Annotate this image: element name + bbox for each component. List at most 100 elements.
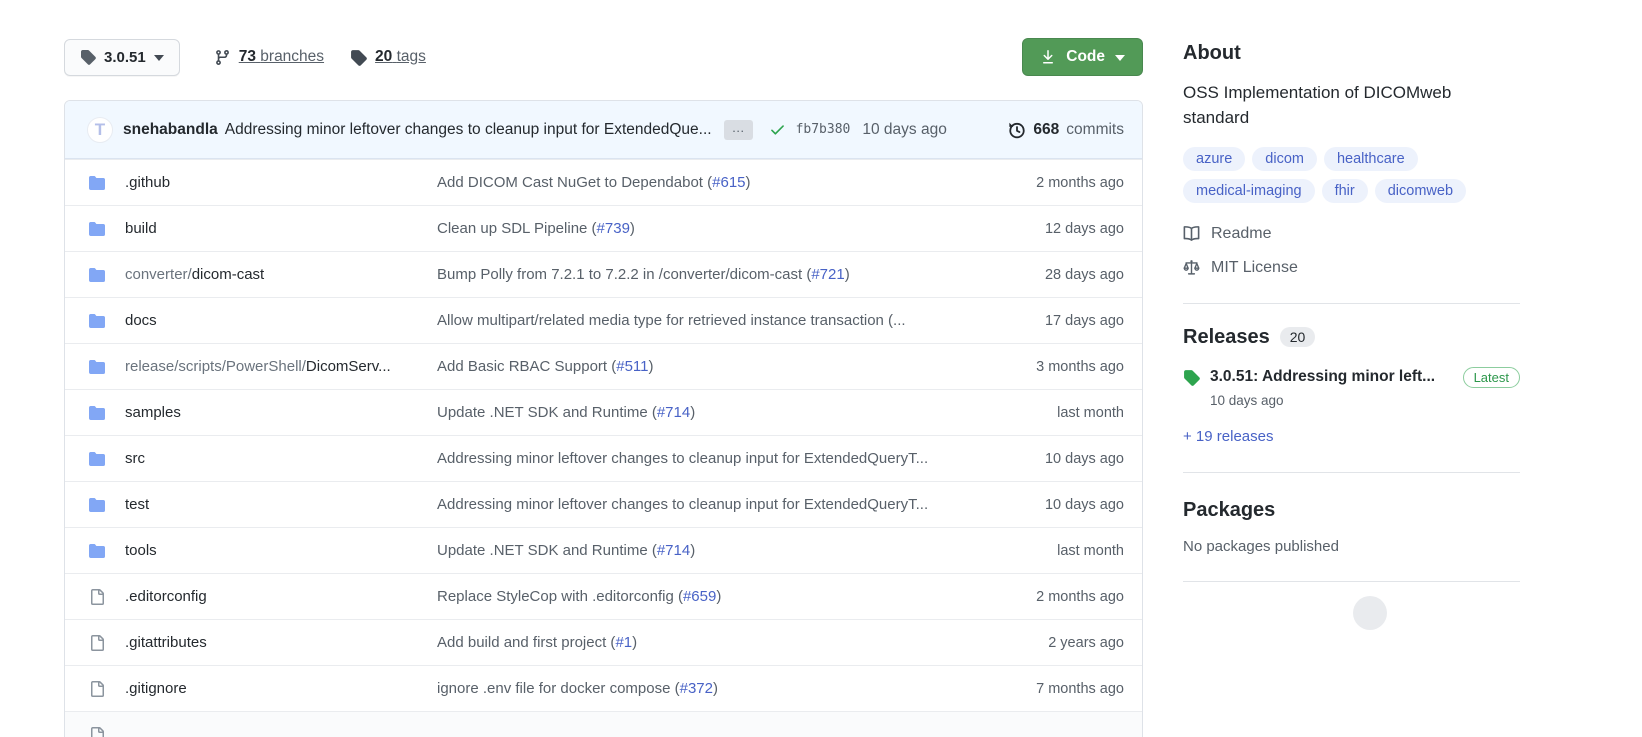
sidebar-divider <box>1183 580 1520 582</box>
file-name-link[interactable]: build <box>125 220 437 237</box>
row-commit-message-link[interactable]: Add build and first project (#1) <box>437 634 974 651</box>
topic-pill[interactable]: medical-imaging <box>1183 178 1315 203</box>
download-icon <box>1040 49 1056 65</box>
commit-date: 28 days ago <box>1044 266 1124 283</box>
avatar[interactable]: T <box>87 116 113 143</box>
commit-date: 10 days ago <box>1044 496 1124 513</box>
row-commit-message-link[interactable]: Bump Polly from 7.2.1 to 7.2.2 in /conve… <box>437 266 974 283</box>
file-name-link[interactable]: tools <box>125 542 437 559</box>
folder-icon <box>89 267 105 283</box>
topic-pill[interactable]: fhir <box>1321 178 1368 203</box>
commit-author-link[interactable]: snehabandla <box>123 121 218 139</box>
file-name-link[interactable]: .editorconfig <box>125 588 437 605</box>
table-row: build Clean up SDL Pipeline (#739) 12 da… <box>65 205 1142 251</box>
folder-icon <box>89 175 105 191</box>
table-row: .gitignore ignore .env file for docker c… <box>65 665 1142 711</box>
folder-icon <box>89 359 105 375</box>
topic-pill[interactable]: healthcare <box>1323 146 1418 171</box>
row-commit-message-link[interactable]: Allow multipart/related media type for r… <box>437 312 974 329</box>
folder-icon <box>89 313 105 329</box>
file-icon <box>89 589 105 605</box>
commit-ellipsis-button[interactable]: … <box>723 119 753 140</box>
row-commit-message-link[interactable]: ignore .env file for docker compose (#37… <box>437 680 974 697</box>
release-time: 10 days ago <box>1210 392 1284 408</box>
book-icon <box>1183 225 1200 242</box>
readme-link[interactable]: Readme <box>1183 225 1520 243</box>
file-icon <box>89 727 105 737</box>
commit-hash-link[interactable]: fb7b380 <box>796 122 851 137</box>
code-button[interactable]: Code <box>1022 38 1143 76</box>
folder-icon <box>89 221 105 237</box>
code-button-label: Code <box>1066 48 1105 65</box>
file-table: T snehabandla Addressing minor leftover … <box>64 100 1143 737</box>
table-row: test Addressing minor leftover changes t… <box>65 481 1142 527</box>
row-commit-message-link[interactable]: Clean up SDL Pipeline (#739) <box>437 220 974 237</box>
commit-date: 17 days ago <box>1044 312 1124 329</box>
file-name-link[interactable]: release/scripts/PowerShell/DicomServ... <box>125 358 437 375</box>
topic-pill[interactable]: dicom <box>1252 146 1317 171</box>
latest-badge[interactable]: Latest <box>1462 366 1520 388</box>
topic-pill[interactable]: dicomweb <box>1374 178 1467 203</box>
repo-description: OSS Implementation of DICOMweb standard <box>1183 83 1452 127</box>
branch-tag-selector[interactable]: 3.0.51 <box>64 38 180 76</box>
commits-history-link[interactable]: 668 commits <box>1008 121 1124 139</box>
history-clock-icon <box>1008 121 1026 139</box>
repo-page: 3.0.51 73 branches 20 tags Code T snehab… <box>0 0 1642 737</box>
table-row: docs Allow multipart/related media type … <box>65 297 1142 343</box>
table-row: tools Update .NET SDK and Runtime (#714)… <box>65 527 1142 573</box>
selected-tag-label: 3.0.51 <box>104 48 146 66</box>
tag-icon <box>350 49 367 66</box>
file-name-link[interactable]: docs <box>125 312 437 329</box>
releases-heading-link[interactable]: Releases <box>1183 326 1270 349</box>
commit-date: 2 months ago <box>1036 174 1124 191</box>
chevron-down-icon <box>153 55 164 61</box>
table-row <box>65 711 1142 737</box>
table-row: .github Add DICOM Cast NuGet to Dependab… <box>65 159 1142 205</box>
row-commit-message-link[interactable]: Add Basic RBAC Support (#511) <box>437 358 974 375</box>
packages-section: Packages No packages published <box>1183 473 1520 555</box>
packages-heading: Packages <box>1183 498 1276 521</box>
folder-icon <box>89 451 105 467</box>
row-commit-message-link[interactable]: Update .NET SDK and Runtime (#714) <box>437 542 974 559</box>
commit-message-link[interactable]: Addressing minor leftover changes to cle… <box>225 121 712 139</box>
row-commit-message-link[interactable]: Addressing minor leftover changes to cle… <box>437 450 974 467</box>
file-name-link[interactable]: test <box>125 496 437 513</box>
chevron-down-icon <box>1115 55 1125 61</box>
topic-pill[interactable]: azure <box>1183 146 1246 171</box>
file-name-link[interactable]: src <box>125 450 437 467</box>
about-heading: About <box>1183 42 1241 64</box>
commit-date: last month <box>1057 404 1124 421</box>
file-name-link[interactable]: .gitattributes <box>125 634 437 651</box>
license-link[interactable]: MIT License <box>1183 259 1520 277</box>
repo-main-column: 3.0.51 73 branches 20 tags Code T snehab… <box>64 38 1143 737</box>
table-row: converter/dicom-cast Bump Polly from 7.2… <box>65 251 1142 297</box>
branches-link[interactable]: 73 branches <box>214 48 324 66</box>
avatar[interactable] <box>1353 595 1387 630</box>
commit-date: 12 days ago <box>1044 220 1124 237</box>
more-releases-link[interactable]: + 19 releases <box>1183 428 1273 445</box>
file-name-link[interactable]: .gitignore <box>125 680 437 697</box>
file-name-link[interactable]: converter/dicom-cast <box>125 266 437 283</box>
folder-icon <box>89 497 105 513</box>
tags-link[interactable]: 20 tags <box>350 48 426 66</box>
commit-date: 2 months ago <box>1036 588 1124 605</box>
file-icon <box>89 635 105 651</box>
row-commit-message-link[interactable]: Addressing minor leftover changes to cle… <box>437 496 974 513</box>
folder-icon <box>89 543 105 559</box>
table-row: release/scripts/PowerShell/DicomServ... … <box>65 343 1142 389</box>
commit-date: last month <box>1057 542 1124 559</box>
repo-sidebar: About OSS Implementation of DICOMweb sta… <box>1183 38 1520 737</box>
release-title: 3.0.51: Addressing minor left... <box>1210 368 1436 386</box>
row-commit-message-link[interactable]: Add DICOM Cast NuGet to Dependabot (#615… <box>437 174 974 191</box>
law-scales-icon <box>1183 259 1200 276</box>
latest-release-item[interactable]: 3.0.51: Addressing minor left... Latest … <box>1183 366 1520 408</box>
row-commit-message-link[interactable]: Update .NET SDK and Runtime (#714) <box>437 404 974 421</box>
file-name-link[interactable]: .github <box>125 174 437 191</box>
file-name-link[interactable]: samples <box>125 404 437 421</box>
table-row: samples Update .NET SDK and Runtime (#71… <box>65 389 1142 435</box>
commit-date: 2 years ago <box>1048 634 1124 651</box>
table-row: .gitattributes Add build and first proje… <box>65 619 1142 665</box>
file-icon <box>89 681 105 697</box>
row-commit-message-link[interactable]: Replace StyleCop with .editorconfig (#65… <box>437 588 974 605</box>
commit-date: 10 days ago <box>1044 450 1124 467</box>
